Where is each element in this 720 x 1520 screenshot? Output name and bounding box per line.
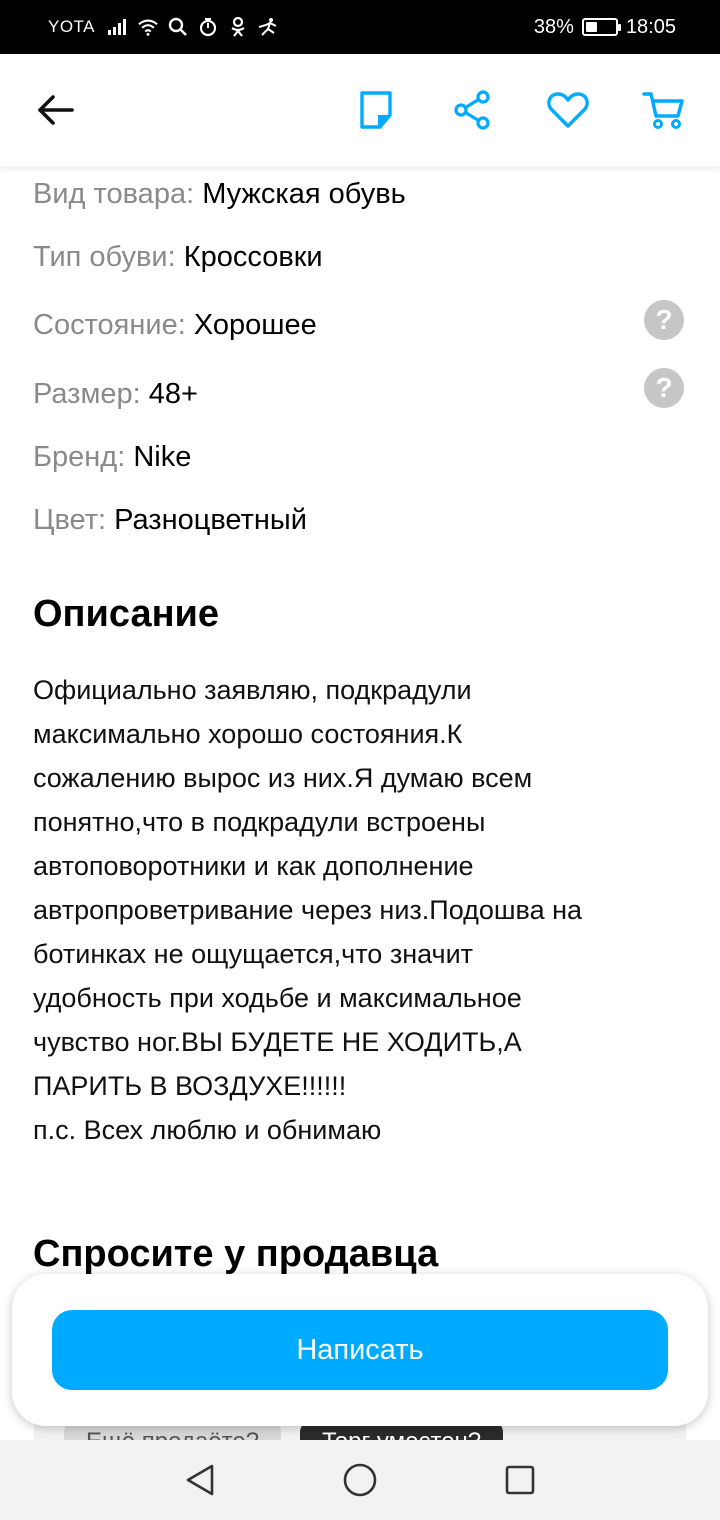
description-title: Описание [33, 593, 220, 635]
heart-icon [547, 92, 589, 128]
search-icon [167, 16, 189, 38]
attribute-value: Мужская обувь [202, 178, 406, 210]
battery-icon [581, 18, 621, 36]
cart-icon [642, 92, 684, 129]
attribute-value: Разноцветный [114, 504, 307, 536]
activity-icon [257, 16, 279, 38]
nav-home-icon [343, 1463, 377, 1497]
carrier-name: YOTA [48, 17, 96, 36]
signal-icon [107, 16, 129, 38]
attribute-value: Кроссовки [183, 241, 323, 273]
wifi-icon [137, 16, 159, 38]
attribute-row: Бренд: Nike [33, 437, 191, 477]
timer-icon [197, 16, 219, 38]
size-help-icon[interactable]: ? [644, 368, 684, 408]
note-button[interactable] [348, 82, 404, 138]
nav-recent-button[interactable] [500, 1460, 540, 1500]
attribute-label: Цвет: [33, 504, 107, 536]
top-toolbar [0, 54, 720, 166]
battery-percent: 38% [533, 15, 574, 38]
attribute-row: Состояние: Хорошее [33, 305, 317, 345]
status-bar: YOTA 38% 18:05 [0, 0, 720, 54]
attribute-row: Вид товара: Мужская обувь [33, 174, 406, 214]
attribute-label: Вид товара: [33, 178, 195, 210]
back-button[interactable] [28, 82, 84, 138]
favorite-button[interactable] [540, 82, 596, 138]
battery-fill [585, 22, 597, 32]
ask-seller-title: Спросите у продавца [33, 1233, 439, 1275]
attribute-value: 48+ [148, 378, 198, 410]
back-arrow-icon [38, 95, 74, 125]
description-text: Официально заявляю, подкрадули максималь… [33, 675, 583, 1145]
attribute-row: Цвет: Разноцветный [33, 500, 307, 540]
note-icon [360, 91, 392, 129]
attribute-label: Состояние: [33, 309, 186, 341]
condition-help-icon[interactable]: ? [644, 300, 684, 340]
nav-back-icon [186, 1464, 214, 1496]
attribute-label: Тип обуви: [33, 241, 176, 273]
clock: 18:05 [625, 15, 676, 38]
attribute-row: Размер: 48+ [33, 374, 198, 414]
attribute-row: Тип обуви: Кроссовки [33, 237, 323, 277]
attribute-value: Хорошее [193, 309, 317, 341]
navigation-bar [0, 1440, 720, 1520]
status-left: YOTA [48, 0, 279, 54]
write-button[interactable]: Написать [52, 1310, 668, 1390]
share-icon [454, 90, 490, 130]
attribute-label: Размер: [33, 378, 141, 410]
odnoklassniki-icon [227, 16, 249, 38]
nav-recent-icon [505, 1465, 535, 1495]
share-button[interactable] [444, 82, 500, 138]
write-panel: Написать [12, 1274, 708, 1426]
nav-home-button[interactable] [340, 1460, 380, 1500]
nav-back-button[interactable] [180, 1460, 220, 1500]
status-right: 38% 18:05 [534, 0, 676, 54]
attribute-label: Бренд: [33, 441, 126, 473]
attribute-value: Nike [133, 441, 192, 473]
cart-button[interactable] [636, 82, 692, 138]
